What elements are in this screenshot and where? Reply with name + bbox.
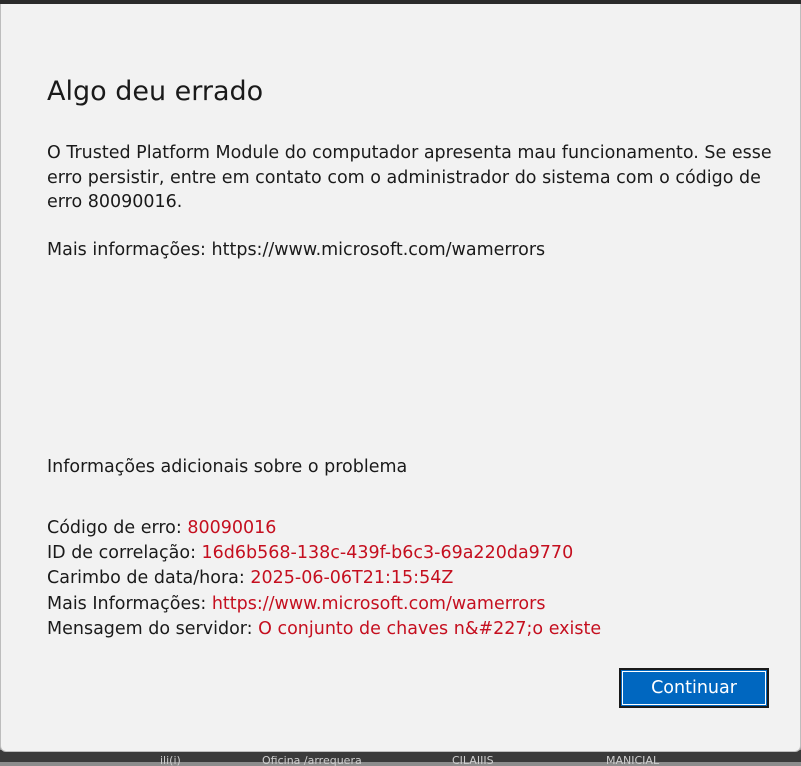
detail-correlation-id: ID de correlação: 16d6b568-138c-439f-b6c… <box>47 541 601 566</box>
dialog-title: Algo deu errado <box>47 76 264 107</box>
additional-info-heading: Informações adicionais sobre o problema <box>47 457 408 477</box>
detail-more-info: Mais Informações: https://www.microsoft.… <box>47 592 601 617</box>
background-fragment: CILAIIIS <box>452 754 494 766</box>
detail-label: Mais Informações: <box>47 593 212 614</box>
background-fragment: Oficina /arrequera <box>262 754 362 766</box>
error-message: O Trusted Platform Module do computador … <box>47 143 772 212</box>
background-fragment: MANICIAL <box>606 754 660 766</box>
detail-value: O conjunto de chaves n&#227;o existe <box>258 618 602 639</box>
detail-value: 2025-06-06T21:15:54Z <box>250 568 454 589</box>
detail-label: Mensagem do servidor: <box>47 618 259 639</box>
detail-value: 16d6b568-138c-439f-b6c3-69a220da9770 <box>201 543 574 564</box>
detail-error-code: Código de erro: 80090016 <box>47 516 601 541</box>
background-fragment: ili(i) <box>160 754 181 766</box>
detail-value: 80090016 <box>187 518 277 538</box>
more-info-text: Mais informações: https://www.microsoft.… <box>47 240 546 260</box>
detail-label: Carimbo de data/hora: <box>47 568 251 589</box>
error-dialog: Algo deu errado O Trusted Platform Modul… <box>0 4 801 752</box>
detail-timestamp: Carimbo de data/hora: 2025-06-06T21:15:5… <box>47 566 601 591</box>
error-details: Código de erro: 80090016 ID de correlaçã… <box>47 516 601 642</box>
background-window-text: ili(i) Oficina /arrequera CILAIIIS MANIC… <box>0 754 801 766</box>
detail-label: ID de correlação: <box>47 543 202 564</box>
continue-button[interactable]: Continuar <box>619 668 769 708</box>
detail-value: https://www.microsoft.com/wamerrors <box>211 593 546 614</box>
detail-server-message: Mensagem do servidor: O conjunto de chav… <box>47 617 601 642</box>
detail-label: Código de erro: <box>47 518 188 538</box>
